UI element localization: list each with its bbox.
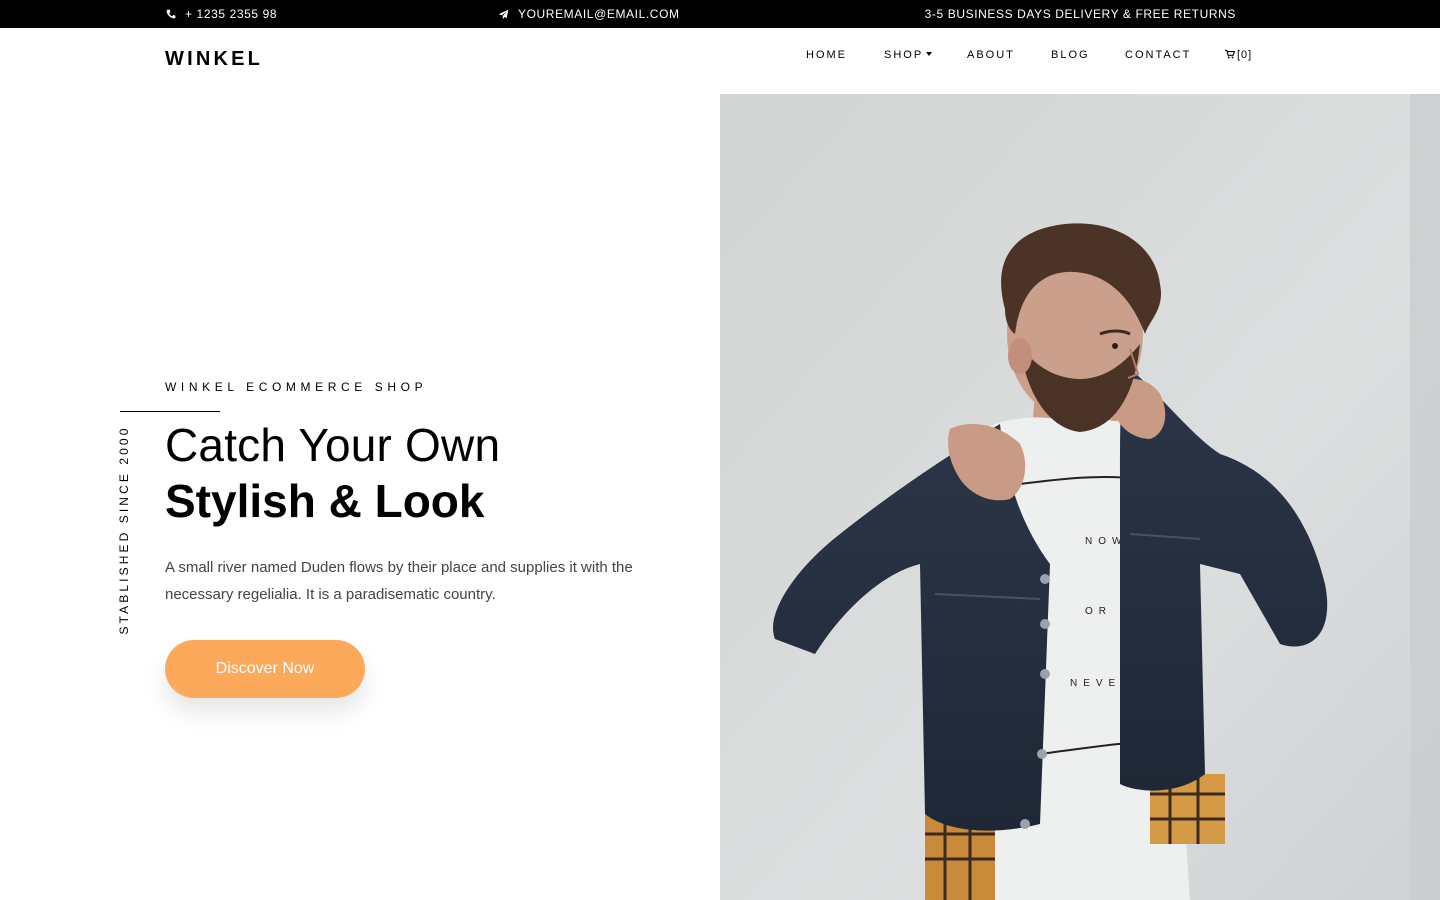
caret-down-icon (926, 52, 933, 56)
nav-item-home[interactable]: HOME (806, 49, 847, 61)
cart-icon (1225, 49, 1236, 62)
discover-now-button[interactable]: Discover Now (165, 640, 365, 698)
hero-title-line1: Catch Your Own (165, 419, 501, 471)
established-vertical-text: STABLISHED SINCE 2000 (117, 425, 131, 635)
hero-divider (120, 411, 220, 412)
topbar-phone[interactable]: + 1235 2355 98 (166, 0, 277, 28)
shirt-text-or: OR (1085, 606, 1112, 617)
brand-logo[interactable]: WINKEL (165, 48, 263, 71)
paper-plane-icon (498, 9, 509, 20)
topbar-phone-text: + 1235 2355 98 (185, 7, 278, 21)
main-navbar: WINKEL HOME SHOP ABOUT BLOG CONTACT [0] (0, 28, 1440, 94)
topbar-delivery-text: 3-5 BUSINESS DAYS DELIVERY & FREE RETURN… (924, 7, 1236, 21)
nav-item-cart[interactable]: [0] (1225, 49, 1252, 62)
cart-count: [0] (1237, 49, 1253, 61)
topbar-email[interactable]: YOUREMAIL@EMAIL.COM (498, 0, 680, 28)
hero-model-image: NOW OR NEVER (720, 94, 1440, 900)
nav-item-blog[interactable]: BLOG (1051, 49, 1090, 61)
hero-title-line2: Stylish & Look (165, 475, 485, 527)
nav-item-shop[interactable]: SHOP (884, 49, 933, 61)
hero-description: A small river named Duden flows by their… (165, 559, 633, 603)
phone-icon (166, 9, 176, 19)
nav-item-shop-label: SHOP (884, 49, 924, 61)
nav-item-contact[interactable]: CONTACT (1125, 49, 1191, 61)
hero-eyebrow: WINKEL ECOMMERCE SHOP (165, 380, 428, 394)
nav-item-about[interactable]: ABOUT (967, 49, 1015, 61)
top-info-bar: + 1235 2355 98 YOUREMAIL@EMAIL.COM 3-5 B… (0, 0, 1440, 28)
topbar-email-text: YOUREMAIL@EMAIL.COM (518, 7, 680, 21)
